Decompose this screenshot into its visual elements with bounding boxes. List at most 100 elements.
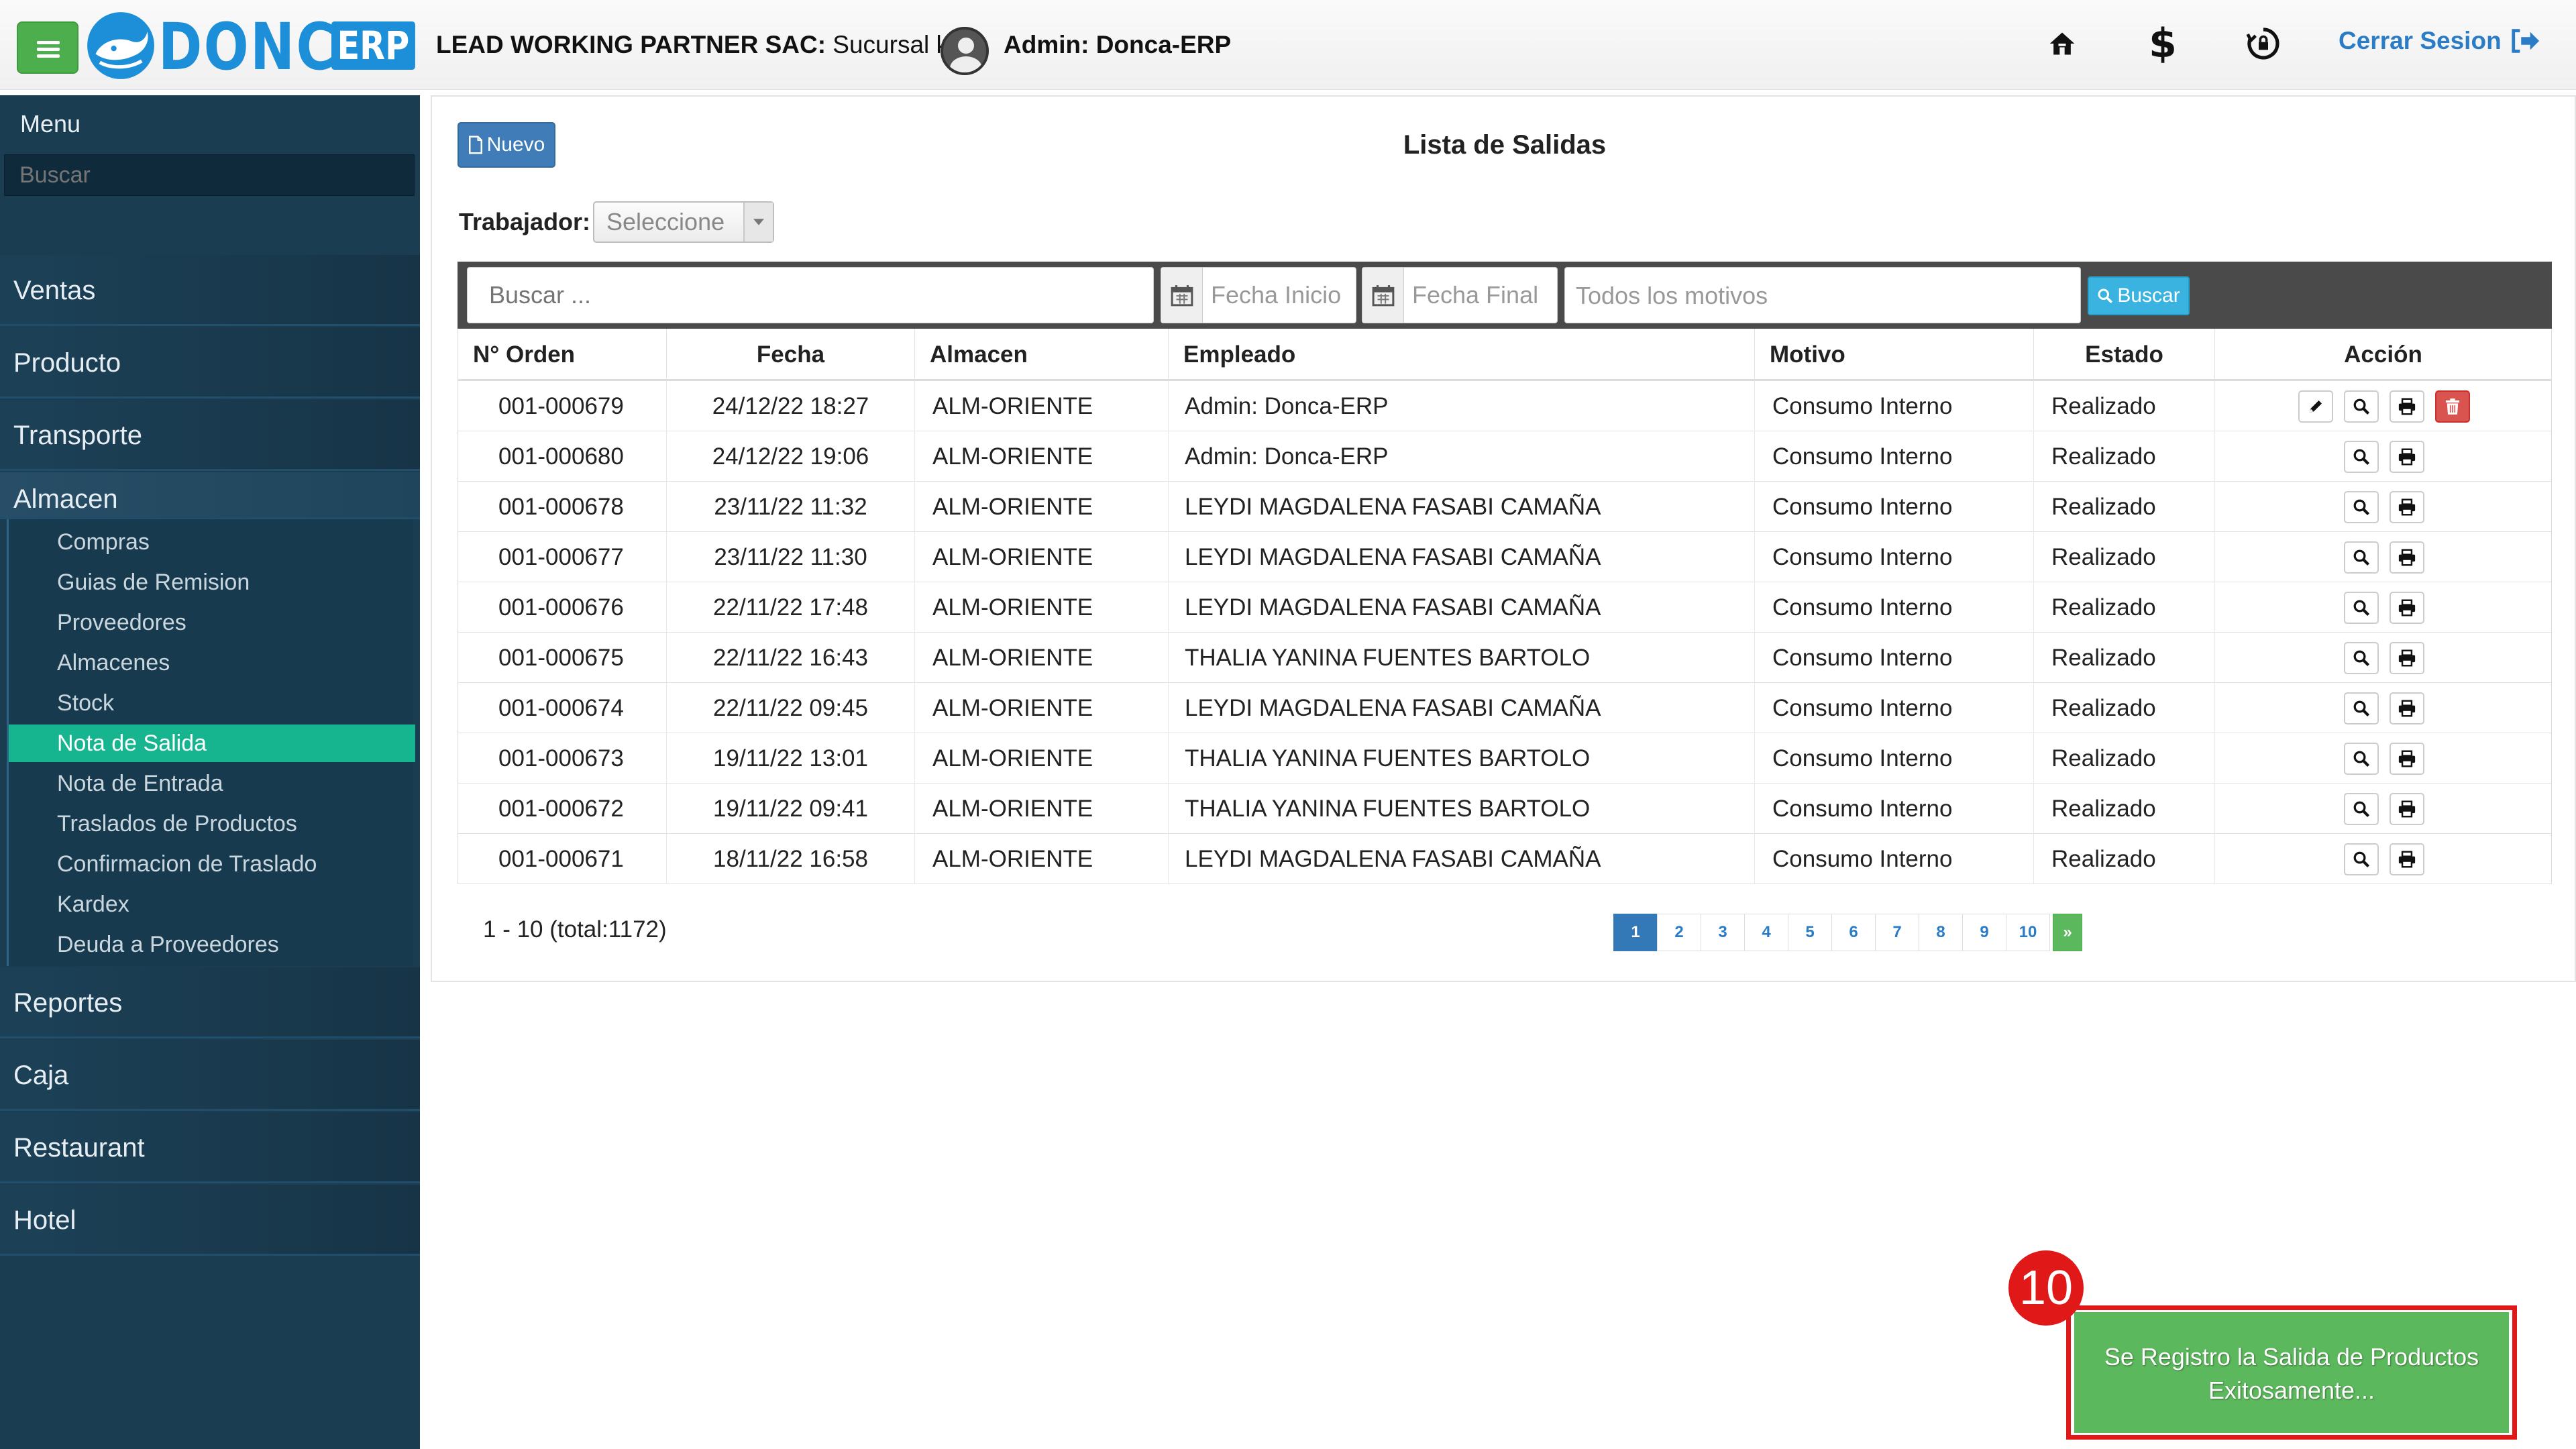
dollar-icon[interactable]: $ <box>2136 20 2190 67</box>
sidebar-subitem-nota-entrada[interactable]: Nota de Entrada <box>9 765 415 802</box>
print-button[interactable] <box>2390 743 2424 775</box>
sidebar-item-ventas[interactable]: Ventas <box>0 255 420 326</box>
sync-lock-icon[interactable] <box>2237 20 2290 67</box>
sidebar-subitem-proveedores[interactable]: Proveedores <box>9 604 415 641</box>
cell-almacen: ALM-ORIENTE <box>914 381 1168 431</box>
print-icon <box>2398 851 2416 868</box>
search-icon <box>2353 549 2370 566</box>
column-header-estado[interactable]: Estado <box>2033 329 2214 381</box>
search-input[interactable] <box>467 267 1154 323</box>
view-button[interactable] <box>2344 592 2379 624</box>
sidebar-subitem-stock[interactable]: Stock <box>9 684 415 722</box>
cell-motivo: Consumo Interno <box>1754 784 2033 834</box>
sidebar-item-caja[interactable]: Caja <box>0 1040 420 1111</box>
print-button[interactable] <box>2390 441 2424 473</box>
cell-acciones <box>2214 834 2551 884</box>
print-button[interactable] <box>2390 491 2424 523</box>
search-icon <box>2353 599 2370 616</box>
view-button[interactable] <box>2344 743 2379 775</box>
page-button-3[interactable]: 3 <box>1701 914 1745 951</box>
page-button-7[interactable]: 7 <box>1875 914 1919 951</box>
sidebar-item-reportes[interactable]: Reportes <box>0 967 420 1038</box>
print-button[interactable] <box>2390 843 2424 875</box>
home-icon[interactable] <box>2035 20 2089 67</box>
page-button-5[interactable]: 5 <box>1788 914 1832 951</box>
notification-message-line2: Exitosamente... <box>2208 1377 2375 1404</box>
column-header-motivo[interactable]: Motivo <box>1754 329 2033 381</box>
success-notification[interactable]: Se Registro la Salida de Productos Exito… <box>2074 1312 2509 1433</box>
sidebar-item-restaurant[interactable]: Restaurant <box>0 1112 420 1183</box>
cell-empleado: LEYDI MAGDALENA FASABI CAMAÑA <box>1168 683 1754 733</box>
page-button-8[interactable]: 8 <box>1919 914 1963 951</box>
column-header-orden[interactable]: N° Orden <box>458 329 666 381</box>
print-button[interactable] <box>2390 592 2424 624</box>
sidebar: Menu Ventas Producto Transporte Almacen … <box>0 95 420 1449</box>
cell-fecha: 19/11/22 09:41 <box>666 784 914 834</box>
edit-button[interactable] <box>2298 390 2333 423</box>
column-header-accion: Acción <box>2214 329 2551 381</box>
sidebar-item-producto[interactable]: Producto <box>0 327 420 398</box>
delete-button[interactable] <box>2435 390 2470 423</box>
menu-toggle-button[interactable] <box>17 21 78 74</box>
view-button[interactable] <box>2344 441 2379 473</box>
sidebar-subitem-guias-remision[interactable]: Guias de Remision <box>9 564 415 601</box>
search-icon <box>2353 700 2370 717</box>
sidebar-item-hotel[interactable]: Hotel <box>0 1185 420 1256</box>
motive-select[interactable]: Todos los motivos <box>1564 267 2081 323</box>
print-button[interactable] <box>2390 692 2424 724</box>
search-icon <box>2353 649 2370 667</box>
sidebar-subitem-compras[interactable]: Compras <box>9 523 415 561</box>
print-icon <box>2398 750 2416 767</box>
cell-almacen: ALM-ORIENTE <box>914 482 1168 532</box>
sidebar-search-input[interactable] <box>4 154 415 196</box>
sidebar-subitem-deuda-proveedores[interactable]: Deuda a Proveedores <box>9 926 415 963</box>
sidebar-subitem-confirmacion-traslado[interactable]: Confirmacion de Traslado <box>9 845 415 883</box>
end-date-field[interactable]: Fecha Final <box>1362 267 1558 323</box>
view-button[interactable] <box>2344 541 2379 574</box>
column-header-almacen[interactable]: Almacen <box>914 329 1168 381</box>
view-button[interactable] <box>2344 642 2379 674</box>
print-button[interactable] <box>2390 541 2424 574</box>
cell-estado: Realizado <box>2033 733 2214 784</box>
view-button[interactable] <box>2344 390 2379 423</box>
search-button[interactable]: Buscar <box>2088 276 2190 315</box>
view-button[interactable] <box>2344 843 2379 875</box>
page-button-9[interactable]: 9 <box>1962 914 2006 951</box>
page-button-2[interactable]: 2 <box>1657 914 1701 951</box>
cell-motivo: Consumo Interno <box>1754 582 2033 633</box>
logout-link[interactable]: Cerrar Sesion <box>2339 23 2540 59</box>
page-button-4[interactable]: 4 <box>1744 914 1788 951</box>
sidebar-subitem-almacenes[interactable]: Almacenes <box>9 644 415 682</box>
cell-acciones <box>2214 532 2551 582</box>
cell-empleado: THALIA YANINA FUENTES BARTOLO <box>1168 784 1754 834</box>
page-button-10[interactable]: 10 <box>2006 914 2050 951</box>
sidebar-subitem-kardex[interactable]: Kardex <box>9 885 415 923</box>
page-button-1[interactable]: 1 <box>1613 914 1658 951</box>
cell-motivo: Consumo Interno <box>1754 683 2033 733</box>
cell-estado: Realizado <box>2033 633 2214 683</box>
print-button[interactable] <box>2390 793 2424 825</box>
print-button[interactable] <box>2390 390 2424 423</box>
worker-select[interactable]: Seleccione <box>593 201 774 243</box>
company-name: LEAD WORKING PARTNER SAC: <box>436 31 826 58</box>
next-page-button[interactable]: » <box>2053 914 2082 951</box>
sidebar-item-transporte[interactable]: Transporte <box>0 400 420 471</box>
cell-estado: Realizado <box>2033 834 2214 884</box>
view-button[interactable] <box>2344 491 2379 523</box>
cell-empleado: LEYDI MAGDALENA FASABI CAMAÑA <box>1168 482 1754 532</box>
page-button-6[interactable]: 6 <box>1831 914 1876 951</box>
cell-almacen: ALM-ORIENTE <box>914 784 1168 834</box>
cell-orden: 001-000680 <box>498 443 624 470</box>
cell-estado: Realizado <box>2033 683 2214 733</box>
column-header-empleado[interactable]: Empleado <box>1168 329 1754 381</box>
sidebar-subitem-nota-salida[interactable]: Nota de Salida <box>9 724 415 762</box>
sidebar-subitem-traslados[interactable]: Traslados de Productos <box>9 805 415 843</box>
cell-motivo: Consumo Interno <box>1754 633 2033 683</box>
sidebar-item-almacen[interactable]: Almacen <box>0 472 420 519</box>
column-header-fecha[interactable]: Fecha <box>666 329 914 381</box>
view-button[interactable] <box>2344 692 2379 724</box>
view-button[interactable] <box>2344 793 2379 825</box>
cell-orden: 001-000676 <box>498 594 624 621</box>
start-date-field[interactable]: Fecha Inicio <box>1161 267 1356 323</box>
print-button[interactable] <box>2390 642 2424 674</box>
